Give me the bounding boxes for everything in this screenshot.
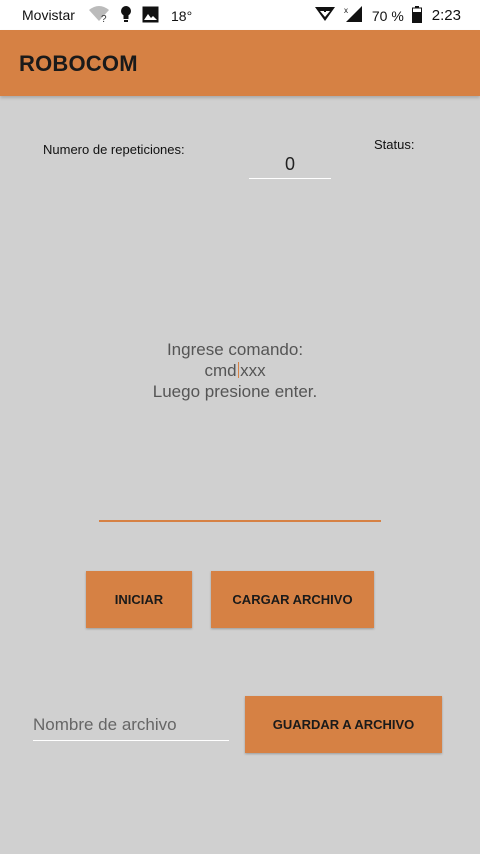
instructions-line-2: cmd xxx [0,360,470,381]
status-label: Status: [374,137,415,152]
status-icons-left: ? 18° [88,5,192,26]
temperature: 18° [171,7,193,24]
svg-text:x: x [344,6,348,15]
command-input[interactable] [99,520,381,522]
start-button[interactable]: INICIAR [86,571,192,628]
command-suffix: xxx [240,361,266,380]
repetitions-label: Numero de repeticiones: [43,142,185,157]
command-instructions: Ingrese comando: cmd xxx Luego presione e… [0,339,470,402]
svg-text:?: ? [101,14,107,23]
carrier-name: Movistar [22,7,75,23]
instructions-line-3: Luego presione enter. [152,382,318,401]
battery-icon [411,5,422,26]
app-title: ROBOCOM [19,51,138,76]
image-icon [142,6,159,26]
clock: 2:23 [431,7,461,24]
status-bar: Movistar ? 18° x 70 % 2:23 [0,0,480,30]
lightbulb-icon [120,5,132,26]
status-icons-right: x 70 % 2:23 [314,5,461,26]
app-bar: ROBOCOM [0,30,480,96]
repetitions-field[interactable]: 0 [249,152,331,179]
save-file-button[interactable]: GUARDAR A ARCHIVO [245,696,442,753]
wifi-unknown-icon: ? [88,5,110,26]
text-cursor [237,362,240,378]
battery-percent: 70 % [371,7,404,24]
data-saver-icon [314,5,336,26]
load-file-button[interactable]: CARGAR ARCHIVO [211,571,374,628]
command-prefix: cmd [204,361,237,380]
signal-icon: x [344,5,364,26]
filename-input[interactable]: Nombre de archivo [33,712,229,741]
instructions-line-1: Ingrese comando: [166,340,304,359]
